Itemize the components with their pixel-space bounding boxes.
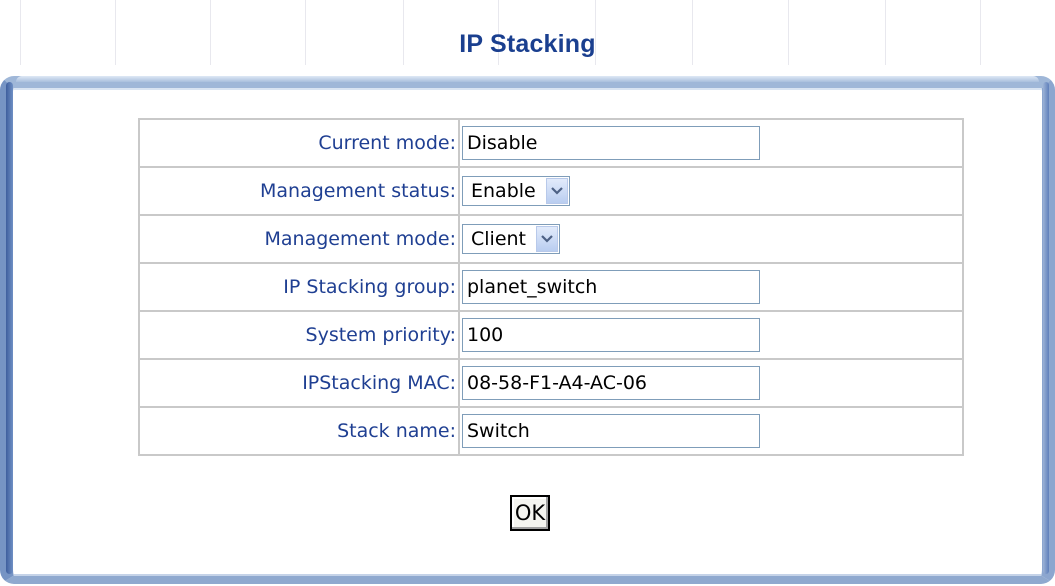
ip-stacking-settings-table: Current mode: Management status: Enable …: [138, 118, 964, 456]
stack-name-label: Stack name:: [138, 406, 460, 456]
table-row: IPStacking MAC:: [138, 358, 964, 408]
table-row: Management mode: Client: [138, 214, 964, 264]
table-row: IP Stacking group:: [138, 262, 964, 312]
stack-name-field[interactable]: [462, 414, 760, 448]
page-title: IP Stacking: [459, 30, 596, 58]
management-status-select[interactable]: Enable: [462, 176, 570, 206]
table-row: Current mode:: [138, 118, 964, 168]
management-status-label: Management status:: [138, 166, 460, 216]
management-mode-label: Management mode:: [138, 214, 460, 264]
table-row: System priority:: [138, 310, 964, 360]
ok-button[interactable]: OK: [510, 495, 550, 531]
table-row: Stack name:: [138, 406, 964, 456]
management-mode-select[interactable]: Client: [462, 224, 561, 254]
panel-frame-top: [16, 76, 1039, 82]
ip-stacking-group-label: IP Stacking group:: [138, 262, 460, 312]
ip-stacking-group-field[interactable]: [462, 270, 760, 304]
management-mode-value: Client: [471, 228, 527, 250]
current-mode-label: Current mode:: [138, 118, 460, 168]
management-status-value: Enable: [471, 180, 536, 202]
ipstacking-mac-field[interactable]: [462, 366, 760, 400]
system-priority-label: System priority:: [138, 310, 460, 360]
panel-frame-left: [6, 82, 13, 574]
chevron-down-icon[interactable]: [536, 226, 559, 252]
table-row: Management status: Enable: [138, 166, 964, 216]
system-priority-field[interactable]: [462, 318, 760, 352]
chevron-down-icon[interactable]: [545, 178, 568, 204]
panel-frame-right: [1043, 82, 1049, 574]
ipstacking-mac-label: IPStacking MAC:: [138, 358, 460, 408]
current-mode-field[interactable]: [462, 126, 760, 160]
